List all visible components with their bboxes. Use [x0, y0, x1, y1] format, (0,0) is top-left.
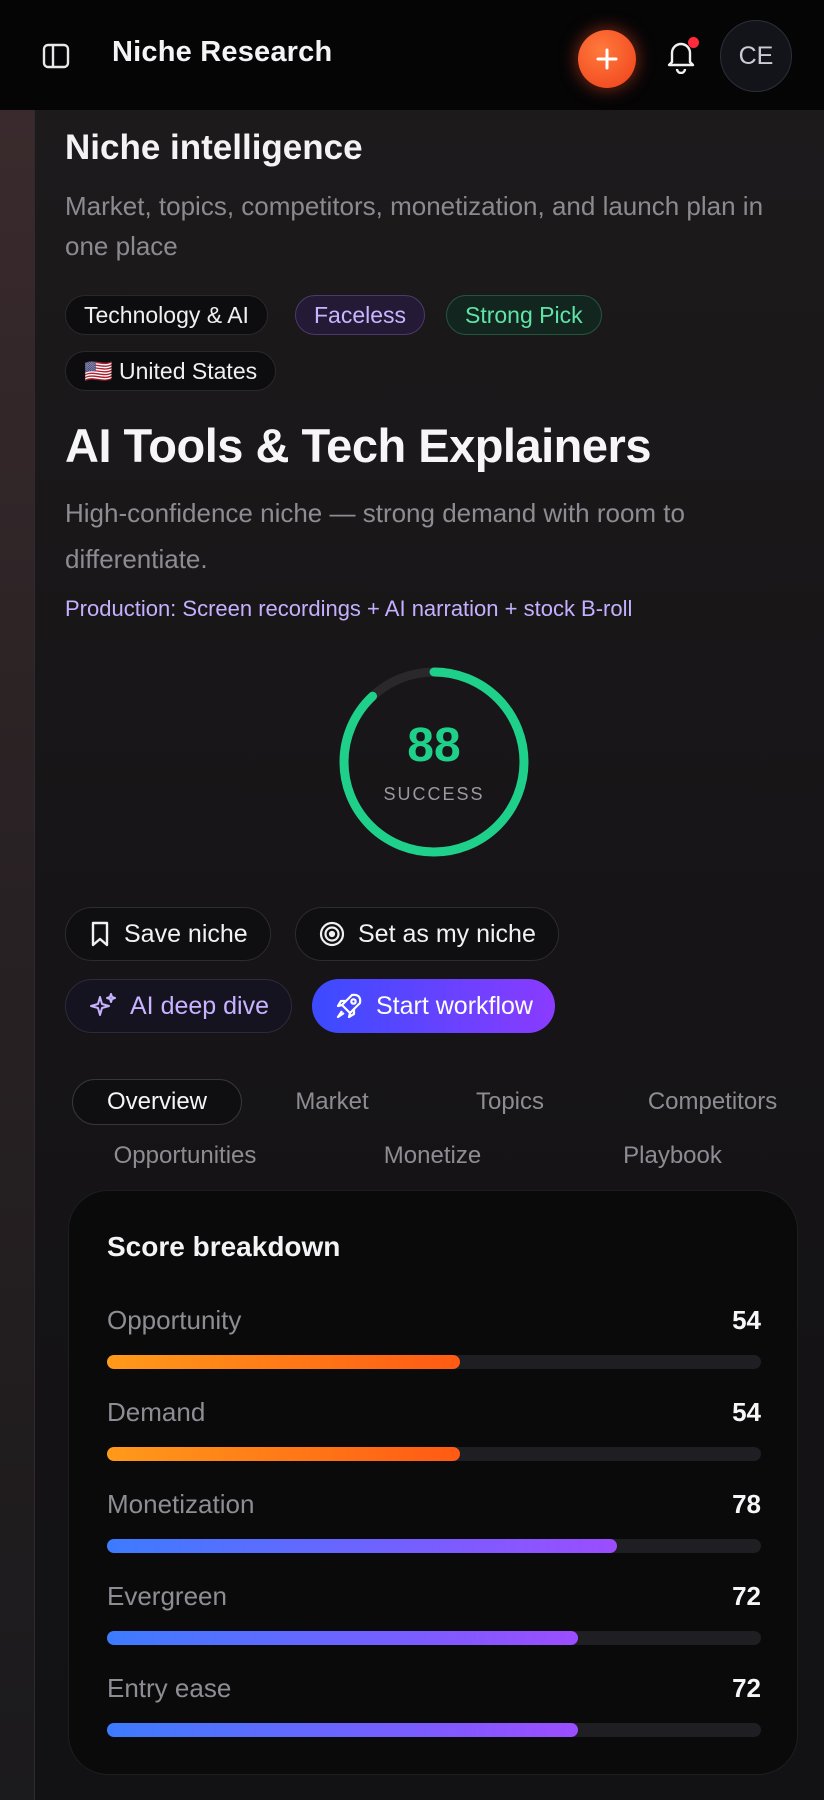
- app-title: Niche Research: [112, 36, 333, 68]
- metric-bar-track: [107, 1355, 761, 1369]
- bookmark-icon: [91, 921, 109, 947]
- sparkles-icon: [90, 993, 116, 1016]
- success-score-value: 88: [407, 719, 461, 772]
- style-tag: Faceless: [295, 295, 426, 335]
- tab-playbook[interactable]: Playbook: [605, 1133, 740, 1179]
- tab-topics[interactable]: Topics: [445, 1079, 575, 1125]
- metric-value: 54: [732, 1305, 761, 1335]
- production-note: Production: Screen recordings + AI narra…: [65, 596, 633, 621]
- success-score-label: SUCCESS: [383, 784, 485, 804]
- tab-market[interactable]: Market: [265, 1079, 399, 1125]
- tab-opportunities[interactable]: Opportunities: [90, 1133, 280, 1179]
- metric-monetization: Monetization 78: [107, 1489, 761, 1569]
- metric-opportunity: Opportunity 54: [107, 1305, 761, 1385]
- metric-demand: Demand 54: [107, 1397, 761, 1477]
- metric-bar-track: [107, 1447, 761, 1461]
- target-icon: [319, 921, 345, 947]
- metric-bar-fill: [107, 1355, 461, 1369]
- metric-bar-fill: [107, 1539, 618, 1553]
- metric-label: Evergreen: [107, 1581, 227, 1611]
- score-breakdown-card: Score breakdown Opportunity 54 Demand 54…: [68, 1190, 798, 1775]
- ai-deep-dive-button[interactable]: AI deep dive: [65, 979, 292, 1033]
- save-niche-label: Save niche: [124, 919, 248, 948]
- metric-label: Demand: [107, 1397, 206, 1427]
- metric-entry-ease: Entry ease 72: [107, 1673, 761, 1753]
- country-tag: 🇺🇸 United States: [65, 351, 277, 391]
- metric-value: 54: [732, 1397, 761, 1427]
- tab-bar: Overview Market Topics Competitors Oppor…: [65, 1079, 805, 1169]
- plus-icon: [596, 48, 618, 70]
- metric-evergreen: Evergreen 72: [107, 1581, 761, 1661]
- start-workflow-button[interactable]: Start workflow: [312, 979, 555, 1033]
- section-title: Niche intelligence: [65, 128, 363, 167]
- metric-value: 78: [732, 1489, 761, 1519]
- niche-description: High-confidence niche — strong demand wi…: [65, 498, 685, 574]
- rocket-icon: [336, 993, 362, 1019]
- start-workflow-label: Start workflow: [376, 991, 533, 1020]
- ai-deep-dive-label: AI deep dive: [130, 991, 269, 1020]
- metric-label: Monetization: [107, 1489, 255, 1519]
- metric-label: Entry ease: [107, 1673, 232, 1703]
- verdict-tag: Strong Pick: [446, 295, 602, 335]
- tab-competitors[interactable]: Competitors: [620, 1079, 805, 1125]
- section-subtitle: Market, topics, competitors, monetizatio…: [65, 191, 764, 261]
- metric-value: 72: [732, 1581, 761, 1611]
- metric-label: Opportunity: [107, 1305, 242, 1335]
- avatar[interactable]: CE: [720, 20, 792, 92]
- set-my-niche-label: Set as my niche: [358, 919, 536, 948]
- metric-bar-fill: [107, 1631, 578, 1645]
- score-breakdown-title: Score breakdown: [107, 1231, 341, 1262]
- tab-overview[interactable]: Overview: [72, 1079, 242, 1125]
- notification-dot: [688, 37, 699, 48]
- metric-value: 72: [732, 1673, 761, 1703]
- metric-bar-fill: [107, 1447, 461, 1461]
- create-button[interactable]: [578, 30, 636, 88]
- top-bar: Niche Research CE: [0, 0, 824, 111]
- set-my-niche-button[interactable]: Set as my niche: [295, 907, 559, 961]
- sidebar-toggle-icon[interactable]: [40, 40, 72, 72]
- niche-title: AI Tools & Tech Explainers: [65, 419, 651, 472]
- metric-bar-track: [107, 1631, 761, 1645]
- tab-monetize[interactable]: Monetize: [365, 1133, 500, 1179]
- background-edge: [0, 110, 34, 1800]
- metric-bar-fill: [107, 1723, 578, 1737]
- metric-bar-track: [107, 1539, 761, 1553]
- save-niche-button[interactable]: Save niche: [65, 907, 271, 961]
- metric-bar-track: [107, 1723, 761, 1737]
- category-tag: Technology & AI: [65, 295, 268, 335]
